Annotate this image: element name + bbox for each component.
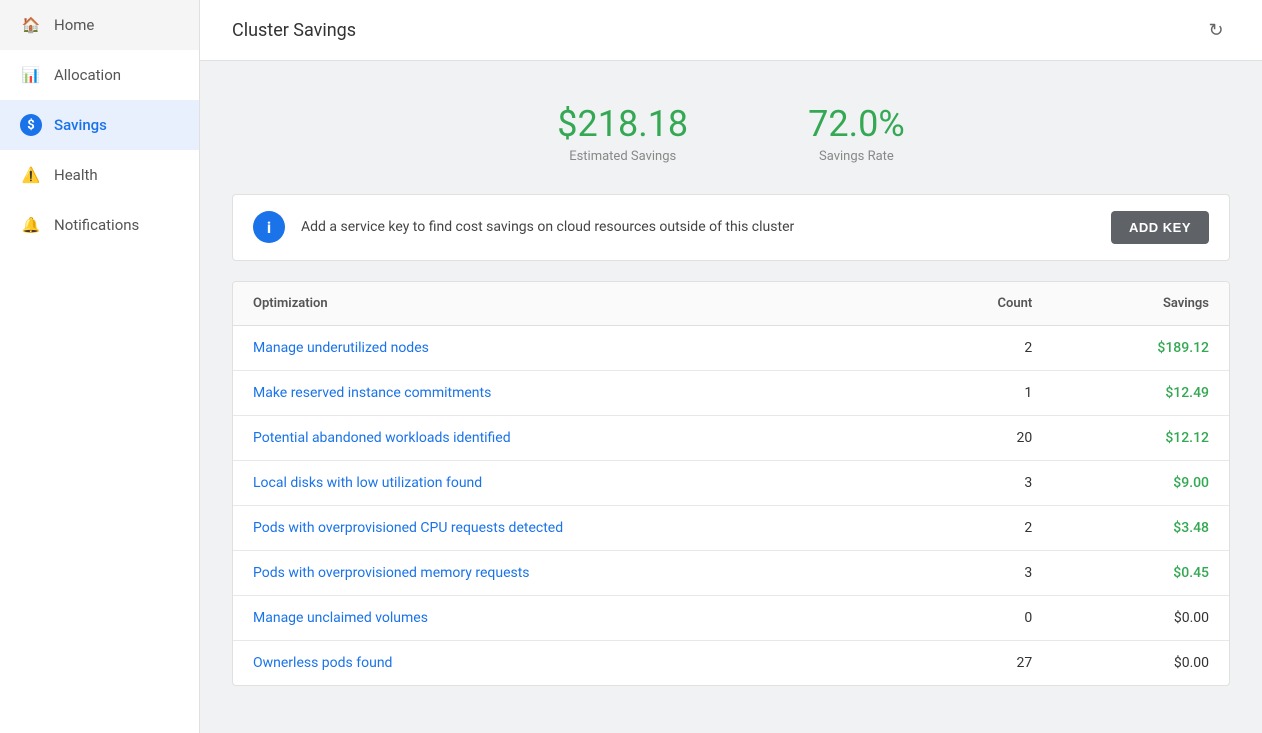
- optimization-link[interactable]: Pods with overprovisioned memory request…: [253, 565, 530, 581]
- sidebar-item-notifications[interactable]: 🔔 Notifications: [0, 200, 199, 250]
- cell-count: 3: [908, 550, 1052, 595]
- dollar-icon: $: [20, 114, 42, 136]
- cell-optimization[interactable]: Make reserved instance commitments: [233, 370, 908, 415]
- savings-rate-value: 72.0%: [808, 105, 905, 145]
- estimated-savings-value: $218.18: [557, 105, 688, 145]
- refresh-button[interactable]: ↻: [1202, 16, 1230, 44]
- sidebar-item-savings[interactable]: $ Savings: [0, 100, 199, 150]
- cell-count: 2: [908, 325, 1052, 370]
- bar-chart-icon: 📊: [20, 64, 42, 86]
- cell-savings: $0.00: [1052, 595, 1229, 640]
- cell-count: 1: [908, 370, 1052, 415]
- cell-optimization[interactable]: Manage unclaimed volumes: [233, 595, 908, 640]
- optimization-link[interactable]: Manage underutilized nodes: [253, 340, 429, 356]
- optimization-link[interactable]: Pods with overprovisioned CPU requests d…: [253, 520, 563, 536]
- cell-savings: $12.12: [1052, 415, 1229, 460]
- cell-optimization[interactable]: Potential abandoned workloads identified: [233, 415, 908, 460]
- optimizations-table: Optimization Count Savings Manage underu…: [233, 282, 1229, 685]
- col-header-count: Count: [908, 282, 1052, 326]
- cell-count: 2: [908, 505, 1052, 550]
- table-row: Local disks with low utilization found 3$…: [233, 460, 1229, 505]
- optimization-link[interactable]: Ownerless pods found: [253, 655, 392, 671]
- cell-savings: $3.48: [1052, 505, 1229, 550]
- table-row: Manage underutilized nodes 2$189.12: [233, 325, 1229, 370]
- sidebar-item-allocation-label: Allocation: [54, 66, 121, 84]
- cell-optimization[interactable]: Manage underutilized nodes: [233, 325, 908, 370]
- info-banner: i Add a service key to find cost savings…: [232, 194, 1230, 261]
- cell-optimization[interactable]: Pods with overprovisioned CPU requests d…: [233, 505, 908, 550]
- cell-savings: $9.00: [1052, 460, 1229, 505]
- main-content: Cluster Savings ↻ $218.18 Estimated Savi…: [200, 0, 1262, 733]
- cell-optimization[interactable]: Ownerless pods found: [233, 640, 908, 685]
- table-row: Make reserved instance commitments 1$12.4…: [233, 370, 1229, 415]
- add-key-button[interactable]: ADD KEY: [1111, 211, 1209, 244]
- sidebar: 🏠 Home 📊 Allocation $ Savings ⚠️ Health …: [0, 0, 200, 733]
- cell-optimization[interactable]: Local disks with low utilization found: [233, 460, 908, 505]
- optimizations-table-container: Optimization Count Savings Manage underu…: [232, 281, 1230, 686]
- cell-savings: $12.49: [1052, 370, 1229, 415]
- sidebar-item-home[interactable]: 🏠 Home: [0, 0, 199, 50]
- bell-icon: 🔔: [20, 214, 42, 236]
- page-header: Cluster Savings ↻: [200, 0, 1262, 61]
- alert-circle-icon: ⚠️: [20, 164, 42, 186]
- table-header: Optimization Count Savings: [233, 282, 1229, 326]
- savings-rate-label: Savings Rate: [808, 149, 905, 164]
- optimization-link[interactable]: Make reserved instance commitments: [253, 385, 491, 401]
- table-row: Pods with overprovisioned CPU requests d…: [233, 505, 1229, 550]
- page-title: Cluster Savings: [232, 20, 356, 41]
- cell-savings: $0.00: [1052, 640, 1229, 685]
- optimization-link[interactable]: Potential abandoned workloads identified: [253, 430, 511, 446]
- table-row: Manage unclaimed volumes 0$0.00: [233, 595, 1229, 640]
- sidebar-item-savings-label: Savings: [54, 116, 107, 134]
- estimated-savings-stat: $218.18 Estimated Savings: [557, 105, 688, 164]
- cell-savings: $0.45: [1052, 550, 1229, 595]
- table-row: Pods with overprovisioned memory request…: [233, 550, 1229, 595]
- table-row: Potential abandoned workloads identified…: [233, 415, 1229, 460]
- sidebar-item-allocation[interactable]: 📊 Allocation: [0, 50, 199, 100]
- cell-count: 20: [908, 415, 1052, 460]
- content-area: $218.18 Estimated Savings 72.0% Savings …: [200, 61, 1262, 733]
- cell-count: 27: [908, 640, 1052, 685]
- sidebar-item-home-label: Home: [54, 16, 94, 34]
- cell-count: 3: [908, 460, 1052, 505]
- sidebar-item-notifications-label: Notifications: [54, 216, 139, 234]
- cell-count: 0: [908, 595, 1052, 640]
- col-header-savings: Savings: [1052, 282, 1229, 326]
- optimization-link[interactable]: Manage unclaimed volumes: [253, 610, 428, 626]
- banner-message: Add a service key to find cost savings o…: [301, 219, 1095, 235]
- optimization-link[interactable]: Local disks with low utilization found: [253, 475, 482, 491]
- estimated-savings-label: Estimated Savings: [557, 149, 688, 164]
- cell-optimization[interactable]: Pods with overprovisioned memory request…: [233, 550, 908, 595]
- sidebar-item-health-label: Health: [54, 166, 98, 184]
- table-body: Manage underutilized nodes2$189.12Make r…: [233, 325, 1229, 685]
- col-header-optimization: Optimization: [233, 282, 908, 326]
- stats-row: $218.18 Estimated Savings 72.0% Savings …: [232, 85, 1230, 174]
- sidebar-item-health[interactable]: ⚠️ Health: [0, 150, 199, 200]
- info-icon: i: [253, 211, 285, 243]
- table-row: Ownerless pods found 27$0.00: [233, 640, 1229, 685]
- cell-savings: $189.12: [1052, 325, 1229, 370]
- home-icon: 🏠: [20, 14, 42, 36]
- savings-rate-stat: 72.0% Savings Rate: [808, 105, 905, 164]
